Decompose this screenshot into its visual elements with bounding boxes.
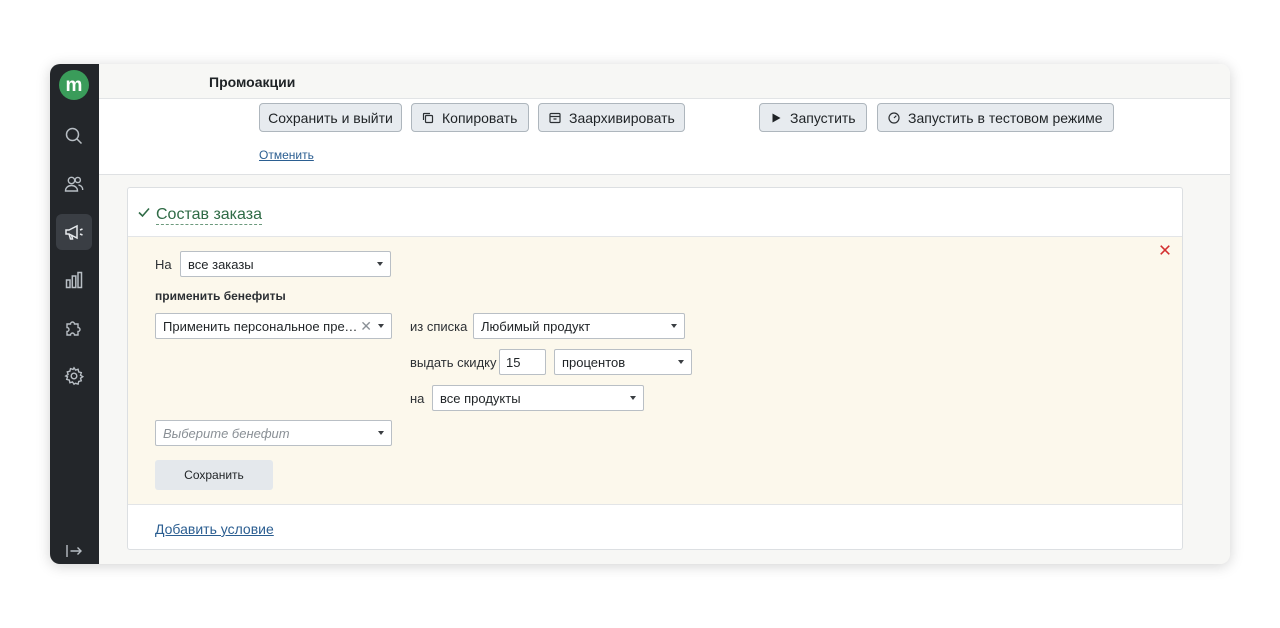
save-and-exit-label: Сохранить и выйти <box>268 109 393 126</box>
copy-label: Копировать <box>442 109 518 126</box>
archive-icon <box>549 112 561 123</box>
clear-icon[interactable]: ✕ <box>360 318 372 335</box>
title-bar: Промоакции <box>99 64 1230 99</box>
app-logo[interactable]: m <box>59 70 89 100</box>
list-select-value: Любимый продукт <box>481 318 591 334</box>
header: Промоакции Сохранить и выйти Копировать … <box>99 64 1230 175</box>
choose-benefit-select[interactable]: Выберите бенефит <box>155 420 392 446</box>
orders-select-value: все заказы <box>188 256 254 272</box>
chevron-down-icon <box>630 396 636 400</box>
apply-benefits-label: применить бенефиты <box>155 289 286 303</box>
discount-unit-select[interactable]: процентов <box>554 349 692 375</box>
cancel-link[interactable]: Отменить <box>259 148 314 162</box>
app-window: m Промоакции Сохранить и выйти Копироват… <box>50 64 1230 564</box>
content-area: Состав заказа На все заказы применить бе… <box>99 175 1230 564</box>
for-label: на <box>410 391 425 406</box>
condition-block: На все заказы применить бенефиты Примени… <box>128 237 1182 505</box>
orders-select[interactable]: все заказы <box>180 251 391 277</box>
products-select-value: все продукты <box>440 390 521 406</box>
chevron-down-icon <box>678 360 684 364</box>
save-button[interactable]: Сохранить <box>155 460 273 490</box>
analytics-icon[interactable] <box>56 262 92 298</box>
run-test-mode-label: Запустить в тестовом режиме <box>908 109 1103 126</box>
speedometer-icon <box>888 111 900 124</box>
benefit-select[interactable]: Применить персональное предло... ✕ <box>155 313 392 339</box>
benefit-select-value: Применить персональное предло... <box>163 318 359 334</box>
users-icon[interactable] <box>56 166 92 202</box>
play-icon <box>772 113 781 122</box>
logout-icon[interactable] <box>56 533 92 564</box>
on-label: На <box>155 257 172 272</box>
choose-benefit-placeholder: Выберите бенефит <box>163 425 290 441</box>
chevron-down-icon <box>671 324 677 328</box>
copy-icon <box>422 112 434 123</box>
copy-button[interactable]: Копировать <box>411 103 529 132</box>
run-label: Запустить <box>790 109 856 126</box>
remove-condition-icon[interactable] <box>1158 243 1172 257</box>
chevron-down-icon <box>377 262 383 266</box>
discount-amount-value: 15 <box>506 354 521 370</box>
archive-button[interactable]: Заархивировать <box>538 103 685 132</box>
panel-header: Состав заказа <box>128 188 1182 237</box>
products-select[interactable]: все продукты <box>432 385 644 411</box>
chevron-down-icon <box>378 324 384 328</box>
run-button[interactable]: Запустить <box>759 103 867 132</box>
add-condition-link[interactable]: Добавить условие <box>155 521 274 537</box>
discount-label: выдать скидку <box>410 355 497 370</box>
puzzle-icon[interactable] <box>56 310 92 346</box>
run-test-mode-button[interactable]: Запустить в тестовом режиме <box>877 103 1114 132</box>
gear-icon[interactable] <box>56 358 92 394</box>
checkmark-icon <box>138 207 150 218</box>
megaphone-icon[interactable] <box>56 214 92 250</box>
order-composition-panel: Состав заказа На все заказы применить бе… <box>127 187 1183 550</box>
discount-unit-value: процентов <box>562 354 626 370</box>
discount-amount-input[interactable]: 15 <box>499 349 546 375</box>
list-select[interactable]: Любимый продукт <box>473 313 685 339</box>
save-and-exit-button[interactable]: Сохранить и выйти <box>259 103 402 132</box>
section-title[interactable]: Состав заказа <box>156 206 262 225</box>
chevron-down-icon <box>378 431 384 435</box>
logo-letter: m <box>65 74 83 96</box>
from-list-label: из списка <box>410 319 468 334</box>
search-icon[interactable] <box>56 118 92 154</box>
page-title: Промоакции <box>209 74 296 90</box>
sidebar: m <box>50 64 99 564</box>
archive-label: Заархивировать <box>569 109 675 126</box>
